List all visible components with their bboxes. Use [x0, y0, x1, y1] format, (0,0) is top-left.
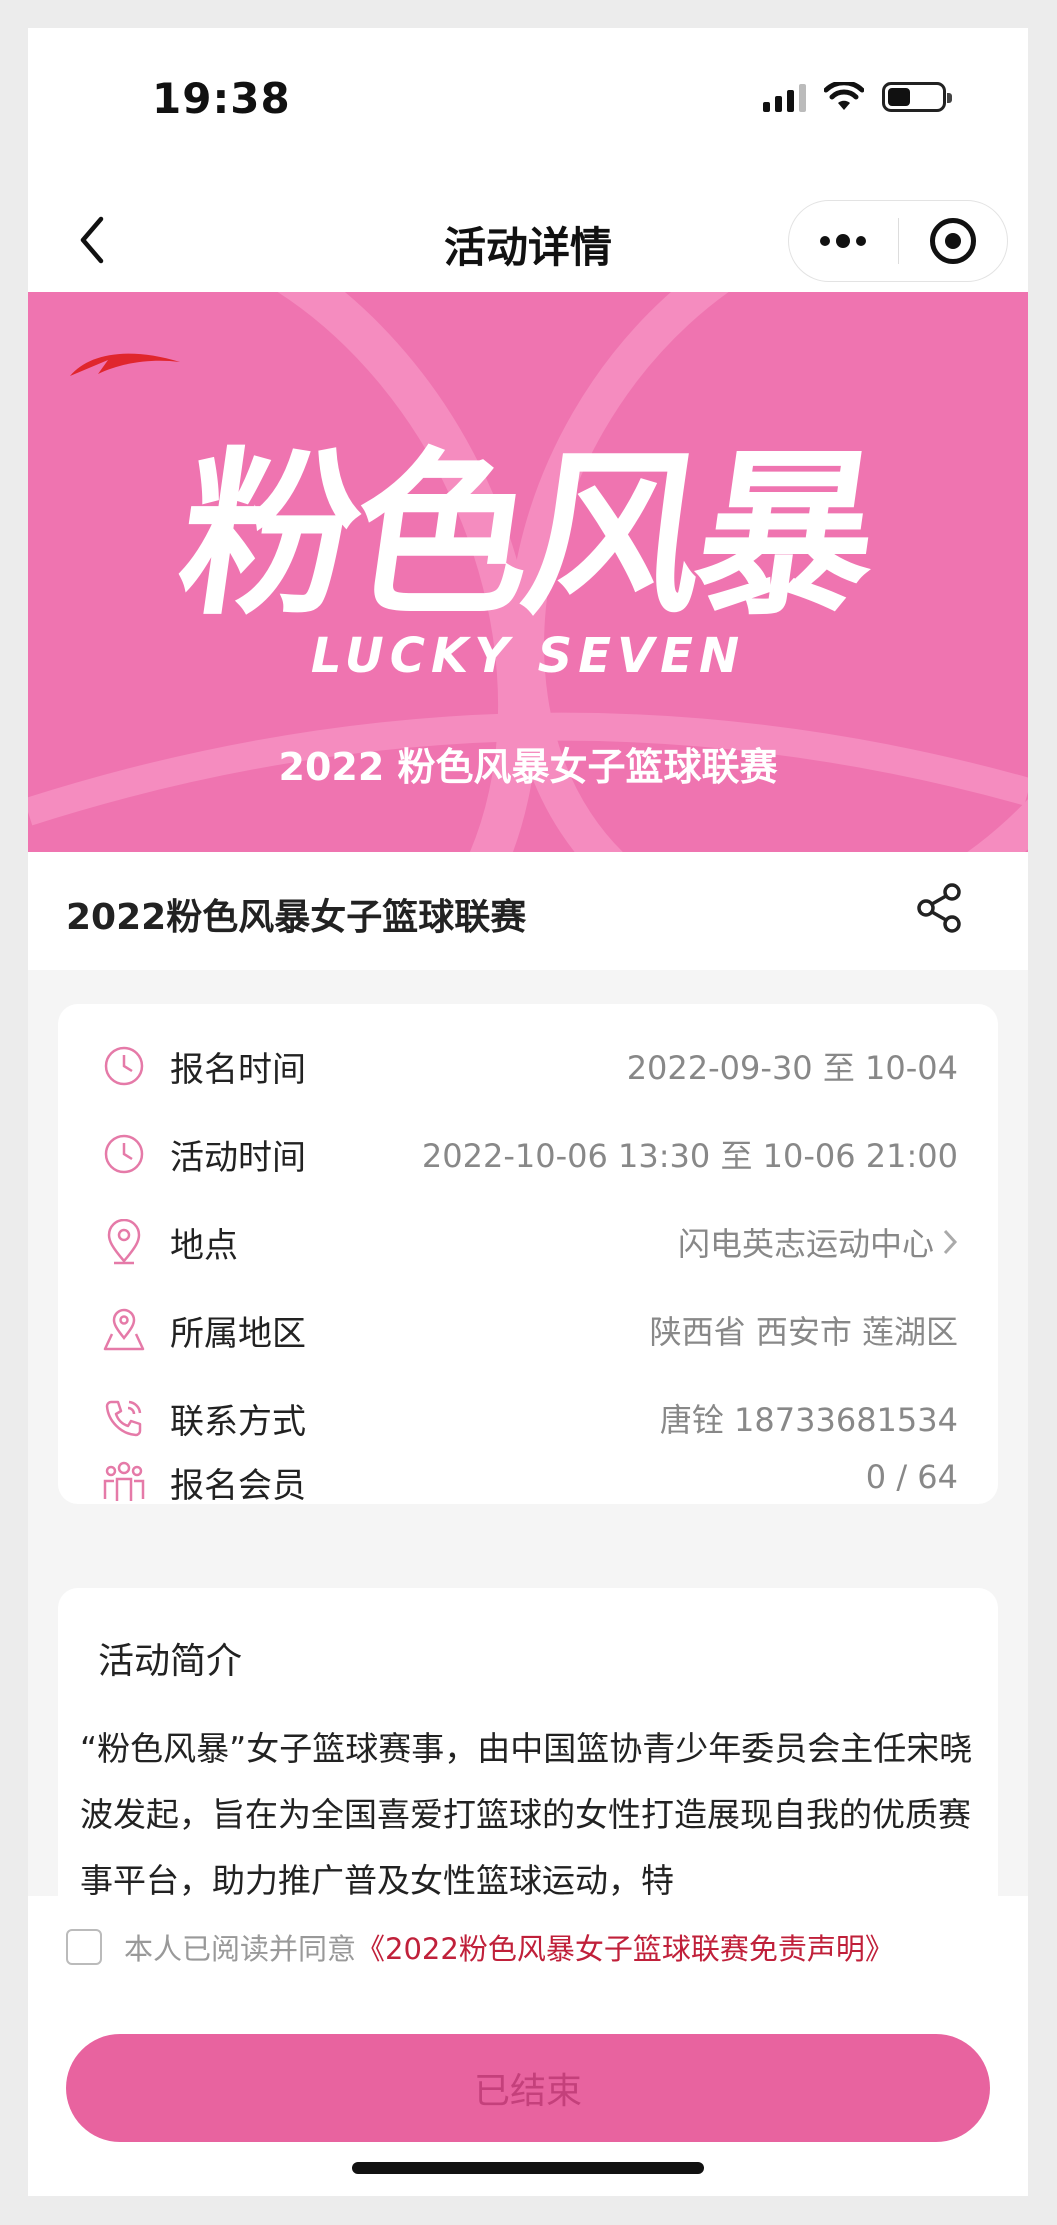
phone-screen: 19:38 活动详情 粉色风暴 LUCKY SEVEN 2022 粉色风暴女子篮…	[28, 28, 1028, 2196]
map-pin-icon	[98, 1304, 150, 1356]
info-value: 2022-09-30 至 10-04	[626, 1049, 958, 1087]
info-label: 活动时间	[170, 1137, 306, 1178]
more-button[interactable]	[789, 201, 898, 281]
intro-heading: 活动简介	[98, 1641, 243, 1682]
more-dots-icon	[820, 234, 867, 248]
status-icons	[763, 82, 952, 112]
info-label: 报名时间	[170, 1049, 306, 1090]
wifi-icon	[824, 82, 864, 110]
info-value: 陕西省 西安市 莲湖区	[649, 1313, 958, 1351]
info-row-location[interactable]: 地点 闪电英志运动中心	[58, 1198, 998, 1286]
info-row-members: 报名会员 0 / 64	[58, 1458, 998, 1506]
info-value: 0 / 64	[865, 1458, 958, 1496]
agreement-checkbox[interactable]	[66, 1929, 102, 1965]
brand-logo-icon	[70, 353, 180, 376]
info-row-region: 所属地区 陕西省 西安市 莲湖区	[58, 1286, 998, 1374]
intro-text: “粉色风暴”女子篮球赛事，由中国篮协青少年委员会主任宋晓波发起，旨在为全国喜爱打…	[80, 1729, 973, 1900]
chevron-right-icon	[943, 1229, 958, 1255]
target-icon	[929, 218, 976, 264]
phone-icon	[98, 1392, 150, 1444]
info-value: 2022-10-06 13:30 至 10-06 21:00	[421, 1137, 958, 1175]
clock-icon	[98, 1040, 150, 1092]
banner-subtitle: 2022 粉色风暴女子篮球联赛	[278, 745, 778, 789]
info-value: 唐铨 18733681534	[659, 1401, 958, 1439]
share-icon[interactable]	[912, 880, 968, 936]
status-bar: 19:38	[28, 28, 1028, 188]
members-icon	[98, 1456, 150, 1508]
banner-subtitle-en: LUCKY SEVEN	[310, 628, 746, 684]
battery-icon	[882, 82, 952, 112]
agreement-row: 本人已阅读并同意《2022粉色风暴女子篮球联赛免责声明》	[66, 1926, 894, 1968]
info-row-contact: 联系方式 唐铨 18733681534	[58, 1374, 998, 1462]
agreement-text: 本人已阅读并同意	[124, 1932, 357, 1966]
close-mini-program-button[interactable]	[899, 201, 1008, 281]
info-row-signup-time: 报名时间 2022-09-30 至 10-04	[58, 1022, 998, 1110]
cellular-signal-icon	[763, 82, 806, 112]
clock-icon	[98, 1128, 150, 1180]
info-label: 报名会员	[170, 1466, 306, 1506]
event-title: 2022粉色风暴女子篮球联赛	[66, 897, 527, 938]
banner-title: 粉色风暴	[167, 432, 885, 639]
home-indicator	[352, 2162, 704, 2174]
info-row-event-time: 活动时间 2022-10-06 13:30 至 10-06 21:00	[58, 1110, 998, 1198]
nav-bar: 活动详情	[28, 188, 1028, 292]
info-label: 所属地区	[170, 1313, 306, 1354]
location-pin-icon	[98, 1216, 150, 1268]
bottom-action-area: 本人已阅读并同意《2022粉色风暴女子篮球联赛免责声明》 已结束	[28, 1896, 1028, 2196]
event-title-row: 2022粉色风暴女子篮球联赛	[28, 852, 1028, 970]
location-value: 闪电英志运动中心	[677, 1225, 934, 1263]
mini-program-capsule	[788, 200, 1008, 282]
info-label: 地点	[170, 1225, 238, 1266]
info-value-location: 闪电英志运动中心	[678, 1219, 958, 1265]
ended-button[interactable]: 已结束	[66, 2034, 990, 2142]
status-time: 19:38	[152, 74, 291, 123]
event-info-card: 报名时间 2022-09-30 至 10-04 活动时间 2022-10-06 …	[58, 1004, 998, 1506]
info-label: 联系方式	[170, 1401, 306, 1442]
disclaimer-link[interactable]: 《2022粉色风暴女子篮球联赛免责声明》	[356, 1932, 894, 1966]
event-banner: 粉色风暴 LUCKY SEVEN 2022 粉色风暴女子篮球联赛	[28, 292, 1028, 852]
